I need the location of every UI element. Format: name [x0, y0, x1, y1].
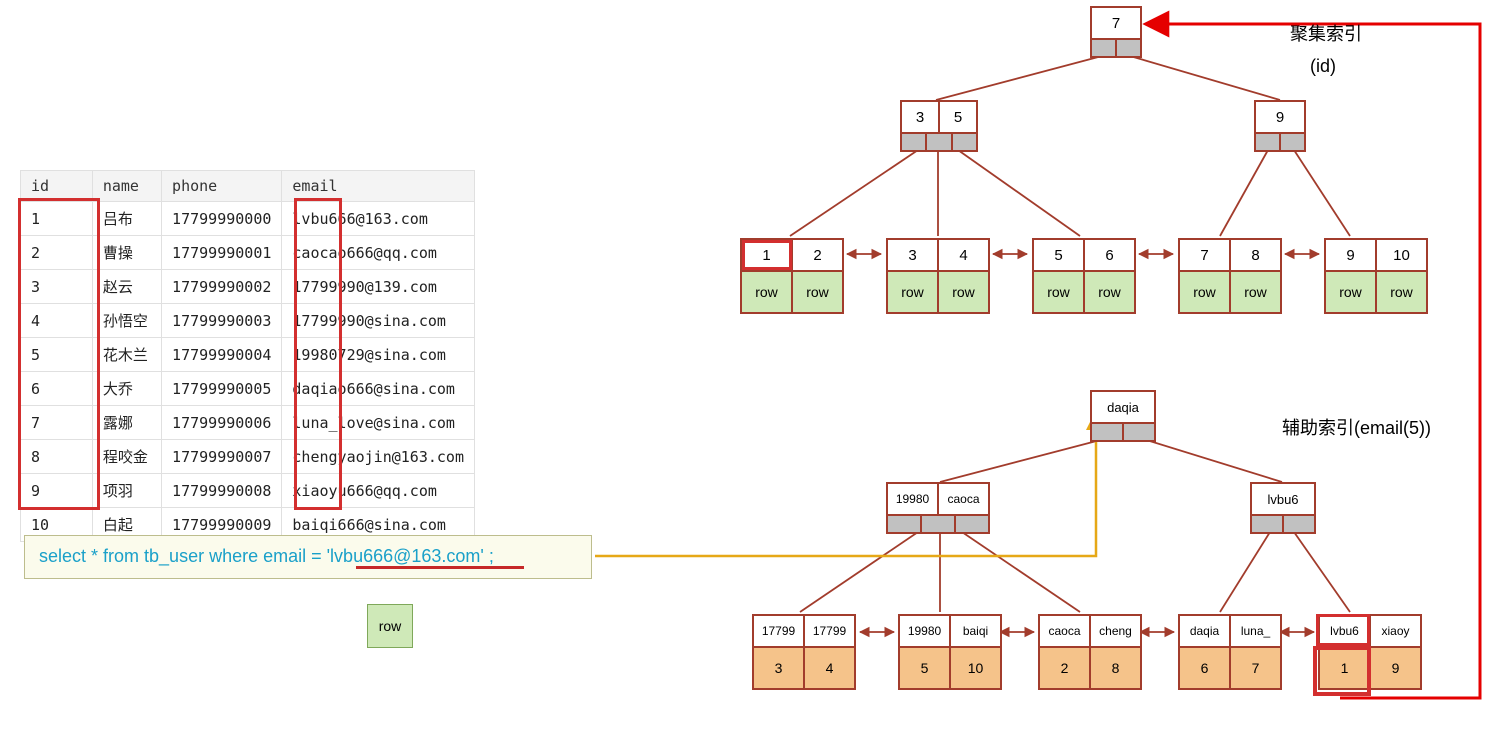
cell-phone: 17799990008	[162, 474, 282, 508]
sql-query-box: select * from tb_user where email = 'lvb…	[24, 535, 592, 579]
clustered-l2-0: 35	[900, 100, 978, 152]
secondary-leaf-0: 1779917799 34	[752, 614, 856, 690]
cell-phone: 17799990004	[162, 338, 282, 372]
clustered-leaf-0: 12 rowrow	[740, 238, 844, 314]
cell-email: luna_love@sina.com	[282, 406, 475, 440]
secondary-l2-0: 19980caoca	[886, 482, 990, 534]
clustered-leaf-3: 78 rowrow	[1178, 238, 1282, 314]
cell-name: 曹操	[92, 236, 161, 270]
col-header-email: email	[282, 171, 475, 202]
table-row: 2曹操17799990001caocao666@qq.com	[21, 236, 475, 270]
cell-phone: 17799990002	[162, 270, 282, 304]
clustered-root: 7	[1090, 6, 1142, 58]
cell-phone: 17799990006	[162, 406, 282, 440]
secondary-leaf-4: lvbu6xiaoy 19	[1318, 614, 1422, 690]
clustered-index-label: 聚集索引	[1290, 20, 1362, 46]
cell-phone: 17799990001	[162, 236, 282, 270]
col-header-id: id	[21, 171, 93, 202]
col-header-name: name	[92, 171, 161, 202]
cell-email: 17799990@sina.com	[282, 304, 475, 338]
cell-name: 项羽	[92, 474, 161, 508]
cell-email: 19980729@sina.com	[282, 338, 475, 372]
cell-name: 花木兰	[92, 338, 161, 372]
table-row: 9项羽17799990008xiaoyu666@qq.com	[21, 474, 475, 508]
table-row: 3赵云1779999000217799990@139.com	[21, 270, 475, 304]
secondary-leaf-1: 19980baiqi 510	[898, 614, 1002, 690]
table-row: 6大乔17799990005daqiao666@sina.com	[21, 372, 475, 406]
cell-name: 大乔	[92, 372, 161, 406]
cell-email: daqiao666@sina.com	[282, 372, 475, 406]
cell-email: xiaoyu666@qq.com	[282, 474, 475, 508]
cell-email: lvbu666@163.com	[282, 202, 475, 236]
cell-name: 赵云	[92, 270, 161, 304]
cell-id: 6	[21, 372, 93, 406]
cell-name: 露娜	[92, 406, 161, 440]
table-row: 1吕布17799990000lvbu666@163.com	[21, 202, 475, 236]
cell-phone: 17799990000	[162, 202, 282, 236]
cell-id: 4	[21, 304, 93, 338]
cell-phone: 17799990007	[162, 440, 282, 474]
secondary-leaf-2: caocacheng 28	[1038, 614, 1142, 690]
cell-id: 9	[21, 474, 93, 508]
table-row: 5花木兰1779999000419980729@sina.com	[21, 338, 475, 372]
cell-email: caocao666@qq.com	[282, 236, 475, 270]
cell-name: 程咬金	[92, 440, 161, 474]
cell-email: 17799990@139.com	[282, 270, 475, 304]
row-legend: row	[367, 604, 413, 648]
secondary-index-label: 辅助索引(email(5))	[1282, 414, 1431, 440]
clustered-index-sub: (id)	[1310, 56, 1336, 77]
secondary-leaf-3: daqialuna_ 67	[1178, 614, 1282, 690]
clustered-leaf-2: 56 rowrow	[1032, 238, 1136, 314]
secondary-l2-1: lvbu6	[1250, 482, 1316, 534]
table-row: 4孙悟空1779999000317799990@sina.com	[21, 304, 475, 338]
cell-id: 1	[21, 202, 93, 236]
clustered-l2-1: 9	[1254, 100, 1306, 152]
cell-id: 7	[21, 406, 93, 440]
user-table: id name phone email 1吕布17799990000lvbu66…	[20, 170, 475, 542]
clustered-leaf-1: 34 rowrow	[886, 238, 990, 314]
cell-phone: 17799990005	[162, 372, 282, 406]
cell-id: 2	[21, 236, 93, 270]
table-row: 7露娜17799990006luna_love@sina.com	[21, 406, 475, 440]
cell-id: 8	[21, 440, 93, 474]
sql-email-underline	[356, 566, 524, 569]
cell-name: 吕布	[92, 202, 161, 236]
cell-id: 3	[21, 270, 93, 304]
cell-phone: 17799990003	[162, 304, 282, 338]
secondary-root: daqia	[1090, 390, 1156, 442]
cell-name: 孙悟空	[92, 304, 161, 338]
table-row: 8程咬金17799990007chengyaojin@163.com	[21, 440, 475, 474]
cell-id: 5	[21, 338, 93, 372]
col-header-phone: phone	[162, 171, 282, 202]
clustered-leaf-4: 910 rowrow	[1324, 238, 1428, 314]
cell-email: chengyaojin@163.com	[282, 440, 475, 474]
